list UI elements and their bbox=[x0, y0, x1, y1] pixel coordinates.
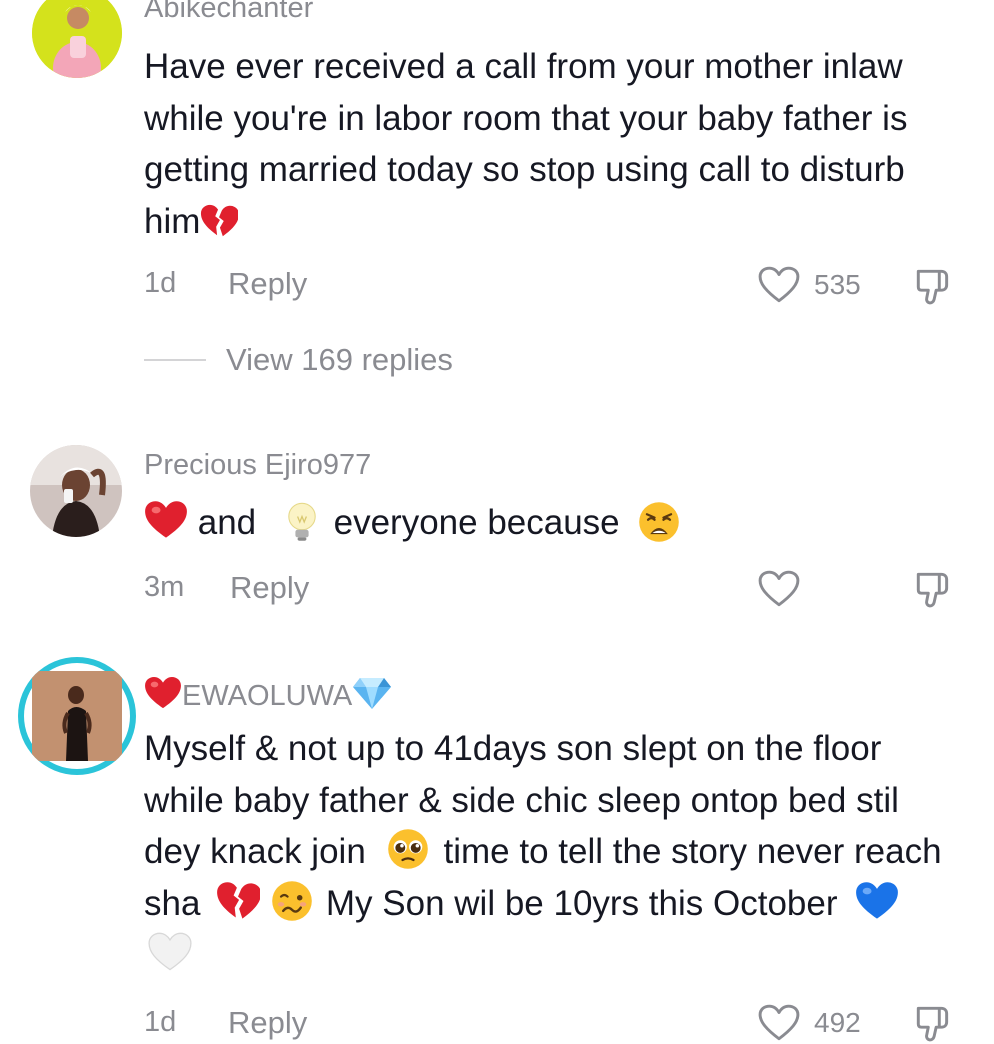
dislike-icon[interactable] bbox=[912, 568, 954, 610]
like-icon[interactable] bbox=[758, 266, 800, 304]
dislike-icon[interactable] bbox=[912, 1002, 954, 1044]
white-heart-emoji bbox=[148, 932, 192, 972]
username[interactable]: EWAOLUWA bbox=[144, 675, 392, 713]
reply-button[interactable]: Reply bbox=[230, 570, 309, 606]
gem-emoji bbox=[352, 675, 392, 711]
dislike-icon[interactable] bbox=[912, 265, 954, 307]
avatar-story-ring[interactable] bbox=[18, 657, 136, 775]
broken-heart-emoji bbox=[216, 881, 260, 921]
blue-heart-emoji bbox=[855, 881, 899, 921]
comment-text-part: My Son wil be 10yrs this October bbox=[325, 883, 838, 923]
comment-text-part: Have ever received a call from your moth… bbox=[144, 47, 918, 241]
comment-timestamp: 1d bbox=[144, 267, 177, 299]
woozy-face-emoji bbox=[270, 879, 314, 923]
red-heart-emoji bbox=[144, 500, 188, 540]
reply-button[interactable]: Reply bbox=[228, 1005, 307, 1041]
reply-button[interactable]: Reply bbox=[228, 266, 307, 302]
comment-timestamp: 3m bbox=[144, 571, 185, 603]
comment-text-part: and bbox=[197, 503, 257, 542]
red-heart-emoji bbox=[144, 676, 182, 710]
avatar[interactable] bbox=[30, 445, 122, 537]
divider-line bbox=[144, 359, 206, 361]
light-bulb-emoji bbox=[280, 500, 324, 544]
comment-text: Myself & not up to 41days son slept on t… bbox=[144, 723, 944, 981]
like-count: 535 bbox=[814, 269, 861, 300]
weary-face-emoji bbox=[637, 500, 681, 544]
view-replies-button[interactable]: View 169 replies bbox=[144, 340, 453, 380]
like-icon[interactable] bbox=[758, 570, 800, 608]
like-count: 492 bbox=[814, 1007, 861, 1038]
username-text: EWAOLUWA bbox=[182, 680, 353, 712]
broken-heart-emoji bbox=[200, 203, 238, 239]
view-replies-label: View 169 replies bbox=[226, 342, 453, 377]
username[interactable]: Abikechanter bbox=[144, 0, 313, 25]
username[interactable]: Precious Ejiro977 bbox=[144, 449, 371, 482]
like-icon[interactable] bbox=[758, 1004, 800, 1042]
comment-text: Have ever received a call from your moth… bbox=[144, 41, 944, 247]
comment-text: and everyone because bbox=[144, 497, 944, 549]
pleading-face-emoji bbox=[386, 827, 430, 871]
avatar[interactable] bbox=[32, 0, 122, 78]
comment-text-part: everyone because bbox=[333, 503, 620, 542]
comment-timestamp: 1d bbox=[144, 1006, 177, 1038]
